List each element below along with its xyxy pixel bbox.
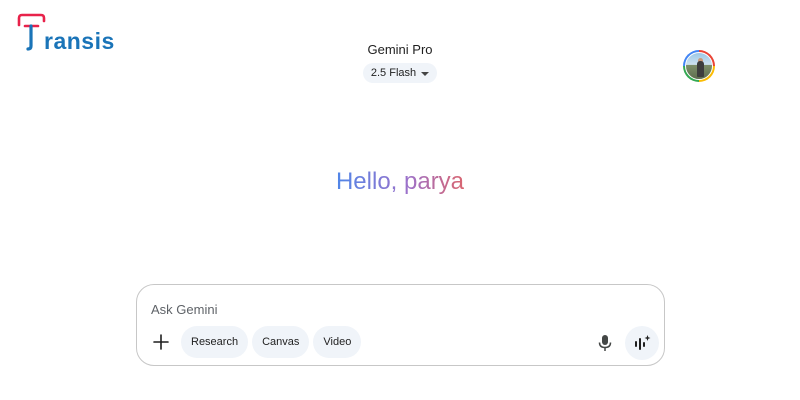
greeting: Hello, parya [0, 168, 800, 196]
video-chip[interactable]: Video [313, 326, 362, 358]
canvas-chip[interactable]: Canvas [252, 326, 310, 358]
microphone-icon [598, 335, 612, 351]
prompt-composer: Research Canvas Video [136, 284, 665, 366]
model-picker-label: 2.5 Flash [370, 67, 417, 79]
model-picker[interactable]: 2.5 Flash [362, 63, 438, 83]
avatar-icon [685, 52, 713, 80]
add-button[interactable] [145, 326, 177, 358]
chip-label: Canvas [262, 336, 300, 348]
chevron-down-icon [421, 71, 430, 76]
chip-label: Research [191, 336, 239, 348]
live-button[interactable] [625, 326, 659, 360]
greeting-text: Hello, parya [335, 168, 465, 195]
live-sparkle-icon [635, 335, 651, 350]
account-avatar[interactable] [683, 50, 715, 82]
model-header: Gemini Pro 2.5 Flash [0, 42, 800, 83]
composer-tools: Research Canvas Video [145, 326, 362, 358]
model-title: Gemini Pro [367, 42, 433, 57]
microphone-button[interactable] [593, 329, 617, 357]
chip-label: Video [323, 336, 352, 348]
prompt-input[interactable] [151, 299, 631, 319]
plus-icon [153, 334, 169, 350]
research-chip[interactable]: Research [181, 326, 249, 358]
